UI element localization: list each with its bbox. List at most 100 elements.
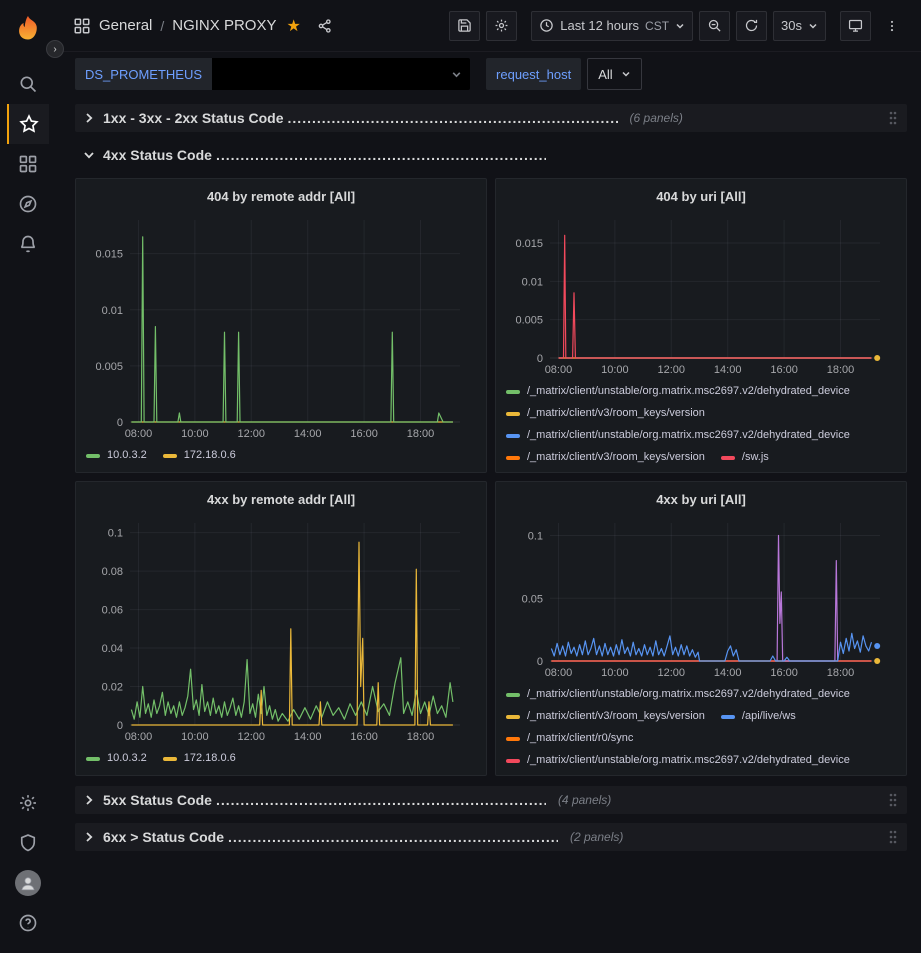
legend-item[interactable]: /_matrix/client/unstable/org.matrix.msc2… <box>506 383 850 400</box>
save-dashboard-button[interactable] <box>449 11 480 41</box>
breadcrumb-section[interactable]: General <box>99 17 152 34</box>
svg-text:0.02: 0.02 <box>102 682 123 694</box>
variables-bar: DS_PROMETHEUS request_host All <box>55 52 921 96</box>
row-6xx-status-code[interactable]: 6xx > Status Code ......................… <box>75 823 907 851</box>
svg-text:0.05: 0.05 <box>522 593 543 605</box>
svg-text:12:00: 12:00 <box>238 428 266 440</box>
sidebar-item-profile[interactable] <box>7 863 49 903</box>
row-title-dots: ........................................… <box>216 792 546 808</box>
dashboard-settings-button[interactable] <box>486 11 517 41</box>
panel-title[interactable]: 404 by uri [All] <box>506 184 896 210</box>
svg-text:0: 0 <box>117 720 123 732</box>
sidebar-item-help[interactable] <box>7 903 49 943</box>
row-drag-handle[interactable] <box>887 792 899 808</box>
svg-text:0.08: 0.08 <box>102 566 123 578</box>
row-4xx-status-code[interactable]: 4xx Status Code ........................… <box>75 141 907 169</box>
legend-item[interactable]: 172.18.0.6 <box>163 447 236 464</box>
legend-item[interactable]: /sw.js <box>721 449 769 466</box>
zoom-out-icon <box>707 18 722 33</box>
panel-title[interactable]: 404 by remote addr [All] <box>86 184 476 210</box>
sidebar-item-starred[interactable] <box>7 104 49 144</box>
user-avatar <box>15 870 41 896</box>
svg-text:10:00: 10:00 <box>181 731 209 743</box>
legend-item[interactable]: 10.0.3.2 <box>86 447 147 464</box>
gear-icon <box>494 18 509 33</box>
chart-area: 08:0010:0012:0014:0016:0018:0000.050.1 <box>506 513 896 681</box>
legend-label: 10.0.3.2 <box>107 750 147 767</box>
svg-text:14:00: 14:00 <box>714 667 742 679</box>
legend-item[interactable]: /_matrix/client/v3/room_keys/version <box>506 449 705 466</box>
refresh-interval-picker[interactable]: 30s <box>773 11 826 41</box>
star-icon <box>19 114 39 134</box>
shield-icon <box>18 833 38 853</box>
grafana-logo[interactable] <box>7 8 49 50</box>
legend-label: 172.18.0.6 <box>184 750 236 767</box>
legend-item[interactable]: /_matrix/client/unstable/org.matrix.msc2… <box>506 752 850 769</box>
time-range-picker[interactable]: Last 12 hours CST <box>531 11 693 41</box>
row-5xx-status-code[interactable]: 5xx Status Code ........................… <box>75 786 907 814</box>
row-drag-handle[interactable] <box>887 110 899 126</box>
main-area: General / NGINX PROXY ★ <box>55 0 921 953</box>
time-series-chart[interactable]: 08:0010:0012:0014:0016:0018:0000.0050.01… <box>86 210 476 442</box>
tv-mode-button[interactable] <box>840 11 871 41</box>
kebab-menu-icon <box>885 18 899 34</box>
sidebar-item-alerting[interactable] <box>7 224 49 264</box>
legend-label: /_matrix/client/v3/room_keys/version <box>527 708 705 725</box>
grafana-flame-icon <box>13 14 43 44</box>
legend-label: /_matrix/client/unstable/org.matrix.msc2… <box>527 752 850 769</box>
request-host-picker-value: All <box>598 67 612 82</box>
panel-title[interactable]: 4xx by remote addr [All] <box>86 487 476 513</box>
legend-label: /_matrix/client/unstable/org.matrix.msc2… <box>527 427 850 444</box>
sidebar-item-explore[interactable] <box>7 184 49 224</box>
legend-label: /_matrix/client/unstable/org.matrix.msc2… <box>527 686 850 703</box>
drag-handle-icon <box>887 792 899 808</box>
row-1xx-3xx-2xx-status-code[interactable]: 1xx - 3xx - 2xx Status Code ............… <box>75 104 907 132</box>
zoom-out-time-button[interactable] <box>699 11 730 41</box>
row-drag-handle[interactable] <box>887 829 899 845</box>
search-icon <box>18 74 38 94</box>
legend-item[interactable]: 10.0.3.2 <box>86 750 147 767</box>
legend-swatch <box>86 454 100 458</box>
svg-text:0.01: 0.01 <box>102 305 123 317</box>
svg-text:0.04: 0.04 <box>102 643 123 655</box>
svg-text:18:00: 18:00 <box>827 667 855 679</box>
refresh-interval-label: 30s <box>781 18 802 33</box>
row-title: 1xx - 3xx - 2xx Status Code <box>103 110 284 126</box>
svg-text:18:00: 18:00 <box>407 731 435 743</box>
svg-text:0: 0 <box>537 656 543 668</box>
monitor-icon <box>848 18 863 33</box>
drag-handle-icon <box>887 110 899 126</box>
sidebar-item-search[interactable] <box>7 64 49 104</box>
row-title-dots: ........................................… <box>216 147 546 163</box>
kebab-menu-button[interactable] <box>877 11 907 41</box>
legend-item[interactable]: /_matrix/client/unstable/org.matrix.msc2… <box>506 427 850 444</box>
sidebar-collapse-button[interactable]: › <box>46 40 64 58</box>
sidebar-item-configuration[interactable] <box>7 783 49 823</box>
legend-item[interactable]: /_matrix/client/r0/sync <box>506 730 633 747</box>
breadcrumb-dashboard-title[interactable]: NGINX PROXY <box>172 17 276 34</box>
time-series-chart[interactable]: 08:0010:0012:0014:0016:0018:0000.020.040… <box>86 513 476 745</box>
time-series-chart[interactable]: 08:0010:0012:0014:0016:0018:0000.050.1 <box>506 513 896 681</box>
datasource-picker[interactable] <box>212 58 470 90</box>
drag-handle-icon <box>887 829 899 845</box>
legend-label: /sw.js <box>742 449 769 466</box>
compass-icon <box>18 194 38 214</box>
request-host-picker[interactable]: All <box>587 58 641 90</box>
time-series-chart[interactable]: 08:0010:0012:0014:0016:0018:0000.0050.01… <box>506 210 896 378</box>
refresh-button[interactable] <box>736 11 767 41</box>
legend-item[interactable]: /_matrix/client/v3/room_keys/version <box>506 708 705 725</box>
sidebar-item-server-admin[interactable] <box>7 823 49 863</box>
panel-404-by-remote-addr: 404 by remote addr [All] 08:0010:0012:00… <box>75 178 487 473</box>
bell-icon <box>18 234 38 254</box>
sidebar-item-dashboards[interactable] <box>7 144 49 184</box>
share-icon[interactable] <box>317 18 333 34</box>
legend-item[interactable]: /_matrix/client/unstable/org.matrix.msc2… <box>506 686 850 703</box>
panel-title[interactable]: 4xx by uri [All] <box>506 487 896 513</box>
svg-text:08:00: 08:00 <box>125 428 153 440</box>
legend-swatch <box>506 456 520 460</box>
person-icon <box>19 874 37 892</box>
legend-item[interactable]: 172.18.0.6 <box>163 750 236 767</box>
legend-item[interactable]: /_matrix/client/v3/room_keys/version <box>506 405 705 422</box>
favorite-star-icon[interactable]: ★ <box>286 16 300 36</box>
legend-item[interactable]: /api/live/ws <box>721 708 796 725</box>
